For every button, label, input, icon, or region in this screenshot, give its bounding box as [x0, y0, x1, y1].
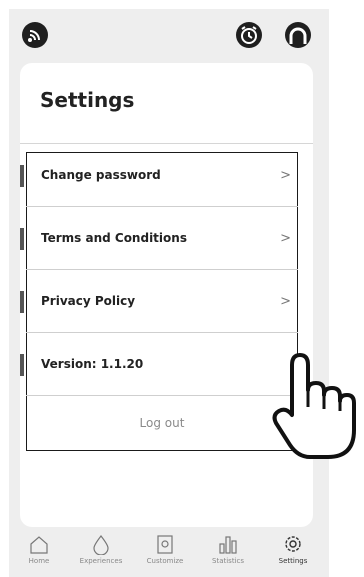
- nav-label: Settings: [278, 557, 308, 565]
- version-label: Version: 1.1.20: [41, 357, 144, 371]
- nav-home[interactable]: Home: [9, 527, 69, 577]
- settings-item-privacy[interactable]: Privacy Policy >: [20, 270, 313, 332]
- settings-item-change-password[interactable]: Change password >: [20, 144, 313, 206]
- connection-icon[interactable]: [20, 20, 50, 50]
- gear-icon: [285, 536, 301, 552]
- settings-item-label: Change password: [41, 168, 161, 182]
- page-title: Settings: [40, 88, 135, 112]
- settings-item-terms[interactable]: Terms and Conditions >: [20, 207, 313, 269]
- nav-experiences[interactable]: Experiences: [71, 527, 131, 577]
- customize-icon: [157, 535, 173, 554]
- nav-customize[interactable]: Customize: [135, 527, 195, 577]
- nav-settings[interactable]: Settings: [263, 527, 323, 577]
- home-icon: [30, 536, 48, 554]
- settings-item-label: Privacy Policy: [41, 294, 136, 308]
- chevron-right-icon: >: [280, 167, 291, 183]
- profile-icon[interactable]: [283, 20, 313, 50]
- nav-label: Experiences: [79, 557, 123, 565]
- bottom-nav: Home Experiences Customize Statistics Se…: [9, 527, 329, 577]
- statistics-icon: [219, 536, 237, 554]
- chevron-right-icon: >: [280, 293, 291, 309]
- nav-statistics[interactable]: Statistics: [198, 527, 258, 577]
- nav-label: Home: [28, 557, 50, 565]
- hand-pointer-icon: [270, 345, 360, 469]
- nav-label: Customize: [146, 557, 184, 565]
- settings-item-label: Terms and Conditions: [41, 231, 187, 245]
- logout-button[interactable]: Log out: [26, 395, 298, 451]
- nav-label: Statistics: [212, 557, 244, 565]
- drop-icon: [93, 535, 109, 555]
- chevron-right-icon: >: [280, 230, 291, 246]
- alarm-clock-icon[interactable]: [234, 20, 264, 50]
